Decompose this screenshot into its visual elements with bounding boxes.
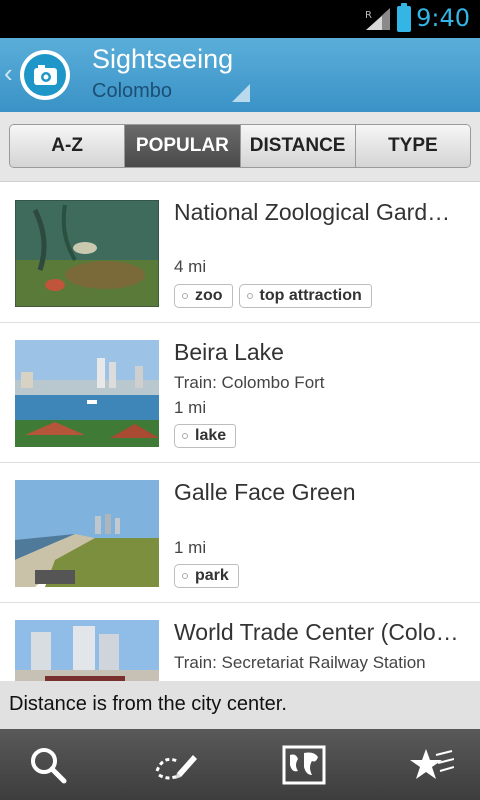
- status-bar: R 9:40: [0, 0, 480, 38]
- battery-icon: [397, 3, 411, 32]
- map-icon: [282, 745, 326, 785]
- back-chevron-icon[interactable]: ‹: [4, 58, 13, 89]
- tag-chip[interactable]: park: [174, 564, 239, 588]
- search-icon: [31, 748, 67, 784]
- dropdown-indicator-icon[interactable]: [232, 84, 250, 102]
- place-distance: 4 mi: [174, 257, 207, 276]
- place-name: Beira Lake: [174, 339, 284, 365]
- tab-type[interactable]: TYPE: [355, 125, 470, 167]
- place-distance: 1 mi: [174, 538, 207, 557]
- place-name: Galle Face Green: [174, 479, 356, 505]
- favorites-icon: [410, 749, 454, 779]
- bottom-nav-bar: [0, 729, 480, 800]
- search-button[interactable]: [24, 741, 72, 789]
- tab-distance[interactable]: DISTANCE: [240, 125, 356, 167]
- favorites-button[interactable]: [408, 741, 456, 789]
- tab-a-z[interactable]: A-Z: [10, 125, 126, 167]
- place-distance: 1 mi: [174, 398, 207, 417]
- trip-planner-icon: [155, 755, 197, 780]
- list-item[interactable]: Galle Face Green 1 mi park: [0, 463, 480, 603]
- place-photo: [15, 480, 159, 587]
- tag-chip[interactable]: zoo: [174, 284, 233, 308]
- tag-label: zoo: [195, 287, 223, 304]
- place-name: National Zoological Gard…: [174, 199, 451, 225]
- page-title: Sightseeing: [92, 44, 234, 74]
- city-selector[interactable]: Colombo: [92, 80, 172, 103]
- list-item[interactable]: Beira Lake Train: Colombo Fort 1 mi lake: [0, 323, 480, 463]
- tag-label: lake: [195, 427, 227, 444]
- clock: 9:40: [416, 4, 470, 32]
- tag-label: park: [195, 567, 229, 584]
- svg-text:R: R: [365, 10, 372, 21]
- place-photo: [15, 200, 159, 307]
- tag-chip[interactable]: lake: [174, 424, 237, 448]
- place-train: Train: Secretariat Railway Station: [174, 653, 426, 672]
- camera-icon: [34, 65, 57, 85]
- list-item[interactable]: World Trade Center (Colo… Train: Secreta…: [0, 603, 480, 681]
- place-name: World Trade Center (Colo…: [174, 619, 459, 645]
- tag-label: top attraction: [259, 287, 362, 304]
- tag-chip[interactable]: top attraction: [238, 284, 372, 308]
- sort-tab-bar: A-Z POPULAR DISTANCE TYPE: [0, 112, 480, 182]
- places-list: National Zoological Gard… 4 mi zoo top a…: [0, 183, 480, 681]
- map-button[interactable]: [280, 741, 328, 789]
- place-photo: [15, 620, 159, 681]
- trip-planner-button[interactable]: [152, 741, 200, 789]
- place-train: Train: Colombo Fort: [174, 373, 325, 392]
- distance-note: Distance is from the city center.: [0, 681, 480, 729]
- list-item[interactable]: National Zoological Gard… 4 mi zoo top a…: [0, 183, 480, 323]
- app-logo-button[interactable]: [20, 50, 70, 100]
- signal-icon: R: [365, 8, 390, 30]
- place-photo: [15, 340, 159, 447]
- tab-popular[interactable]: POPULAR: [125, 125, 241, 167]
